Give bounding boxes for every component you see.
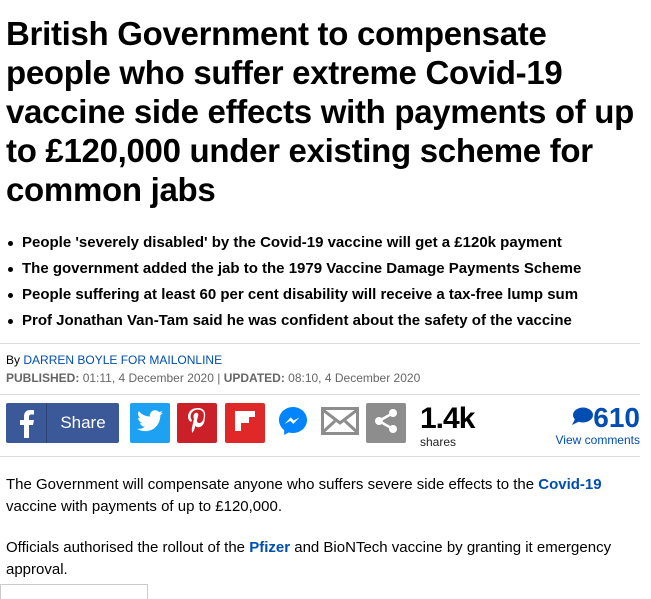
facebook-icon bbox=[6, 403, 47, 443]
comments-link[interactable]: 610 View comments bbox=[530, 403, 640, 448]
bullet-dot-icon bbox=[8, 241, 13, 246]
paragraph-text: Officials authorised the rollout of the bbox=[6, 539, 246, 556]
article-dates: PUBLISHED: 01:11, 4 December 2020 | UPDA… bbox=[6, 370, 420, 386]
email-share-button[interactable] bbox=[320, 403, 360, 443]
bullet-dot-icon bbox=[8, 319, 13, 324]
view-comments-label: View comments bbox=[555, 433, 640, 447]
facebook-share-button[interactable]: Share bbox=[6, 403, 119, 443]
share-icon bbox=[372, 407, 400, 440]
comment-count: 610 bbox=[530, 403, 640, 433]
bullet-dot-icon bbox=[8, 267, 13, 272]
summary-bullet-text: People suffering at least 60 per cent di… bbox=[22, 286, 579, 303]
summary-bullet: People 'severely disabled' by the Covid-… bbox=[6, 230, 646, 256]
updated-date: 08:10, 4 December 2020 bbox=[288, 371, 421, 385]
share-divider-top bbox=[0, 394, 640, 395]
published-label: PUBLISHED: bbox=[6, 371, 80, 385]
flipboard-icon bbox=[232, 408, 258, 439]
pfizer-link[interactable]: Pfizer bbox=[249, 539, 290, 556]
share-count-label: shares bbox=[420, 435, 457, 449]
byline-divider-top bbox=[0, 343, 640, 344]
summary-bullet-text: Prof Jonathan Van-Tam said he was confid… bbox=[22, 312, 572, 329]
comment-count-number: 610 bbox=[593, 402, 640, 433]
summary-bullet: Prof Jonathan Van-Tam said he was confid… bbox=[6, 308, 646, 334]
twitter-icon bbox=[137, 409, 163, 437]
flipboard-share-button[interactable] bbox=[225, 403, 265, 443]
covid-19-link[interactable]: Covid-19 bbox=[538, 476, 601, 493]
article-paragraph: Officials authorised the rollout of the … bbox=[6, 537, 636, 581]
summary-bullet-text: The government added the jab to the 1979… bbox=[22, 260, 582, 277]
byline-prefix: By bbox=[6, 353, 21, 367]
share-bar: Share 1.4k shares 610 View comments bbox=[6, 402, 646, 450]
messenger-icon bbox=[276, 404, 310, 443]
paragraph-text: The Government will compensate anyone wh… bbox=[6, 476, 535, 493]
published-date: 01:11, 4 December 2020 bbox=[82, 371, 214, 385]
share-count-number: 1.4k bbox=[420, 402, 475, 435]
article-paragraph: The Government will compensate anyone wh… bbox=[6, 474, 636, 518]
paragraph-text: vaccine with payments of up to £120,000. bbox=[6, 498, 283, 515]
summary-bullets: People 'severely disabled' by the Covid-… bbox=[6, 230, 646, 334]
summary-bullet: The government added the jab to the 1979… bbox=[6, 256, 646, 282]
updated-label: UPDATED: bbox=[223, 371, 285, 385]
share-count: 1.4k shares bbox=[420, 402, 490, 450]
article-headline: British Government to compensate people … bbox=[6, 15, 635, 208]
facebook-share-label: Share bbox=[60, 413, 106, 432]
summary-bullet-text: People 'severely disabled' by the Covid-… bbox=[22, 234, 562, 251]
twitter-share-button[interactable] bbox=[130, 403, 170, 443]
summary-bullet: People suffering at least 60 per cent di… bbox=[6, 282, 646, 308]
byline: By DARREN BOYLE FOR MAILONLINE bbox=[6, 352, 222, 368]
more-share-button[interactable] bbox=[366, 403, 406, 443]
share-divider-bottom bbox=[0, 456, 640, 457]
date-separator: | bbox=[217, 371, 221, 385]
messenger-share-button[interactable] bbox=[272, 403, 314, 443]
author-link[interactable]: DARREN BOYLE FOR MAILONLINE bbox=[23, 353, 222, 367]
pinterest-icon bbox=[186, 407, 208, 440]
comment-bubble-icon bbox=[571, 402, 594, 433]
email-icon bbox=[321, 406, 359, 440]
bullet-dot-icon bbox=[8, 293, 13, 298]
pinterest-share-button[interactable] bbox=[177, 403, 217, 443]
